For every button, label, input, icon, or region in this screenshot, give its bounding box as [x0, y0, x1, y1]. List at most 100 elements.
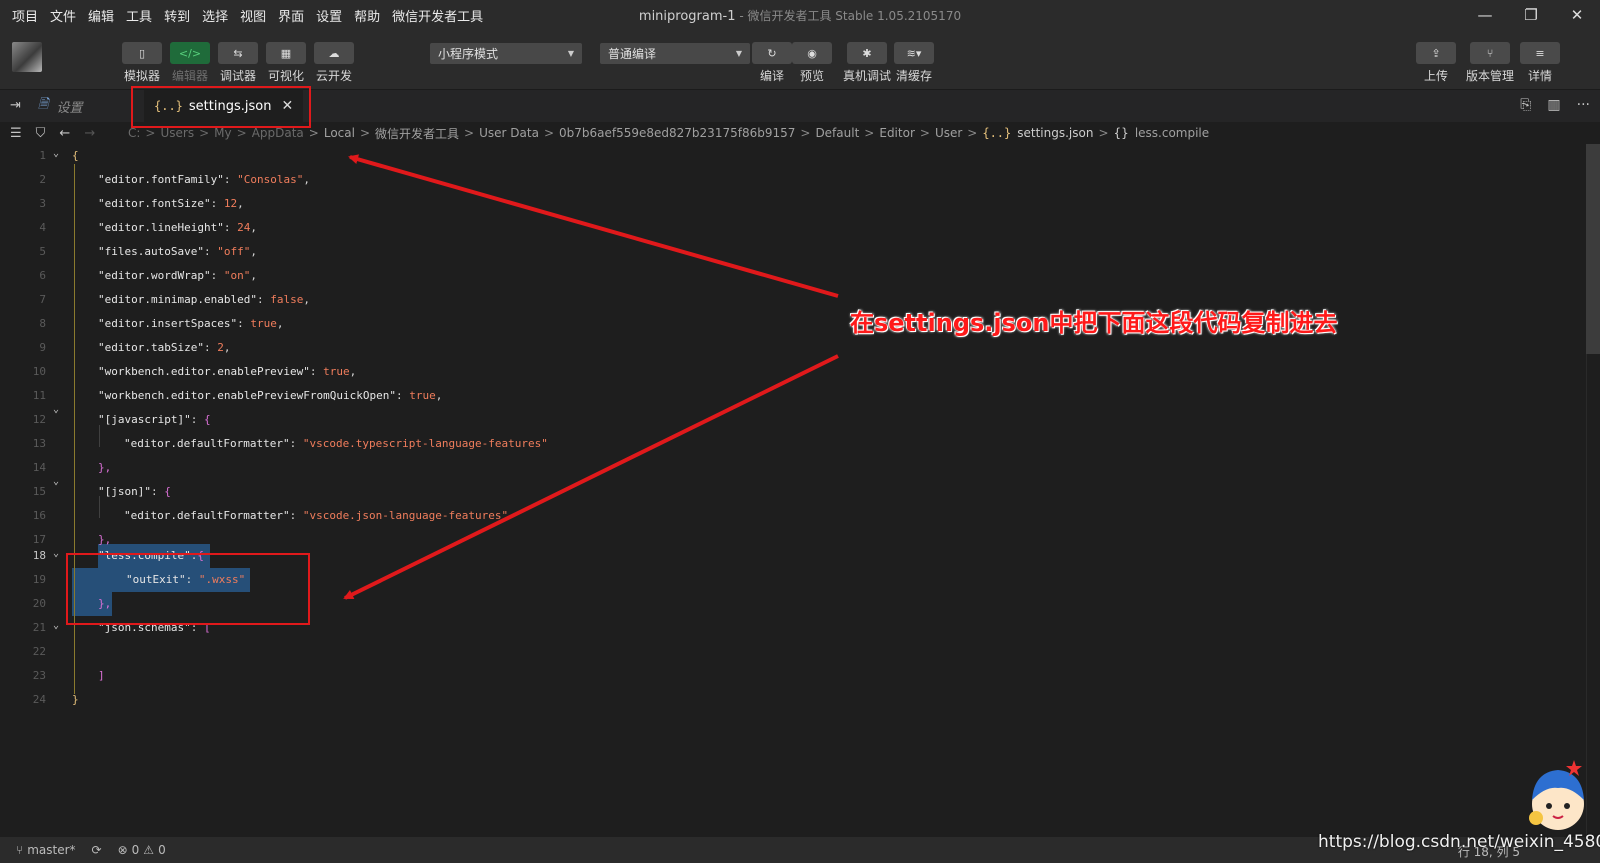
crumb-file[interactable]: settings.json [1017, 126, 1093, 140]
highlight-box-code [66, 553, 310, 625]
menu-bar: 项目 文件 编辑 工具 转到 选择 视图 界面 设置 帮助 微信开发者工具 [0, 0, 1600, 30]
maximize-button[interactable]: ❐ [1508, 0, 1554, 30]
menu-settings[interactable]: 设置 [310, 6, 348, 25]
mascot-icon [1529, 760, 1584, 830]
line-number: 5 [39, 245, 46, 258]
crumb-userdata[interactable]: User Data [479, 126, 539, 140]
layers-icon: ≋▾ [894, 42, 934, 64]
tab-settings-label: 设置 [56, 100, 83, 116]
list-icon[interactable]: ☰ [10, 126, 22, 141]
cloud-label: 云开发 [315, 69, 352, 83]
crumb-symbol[interactable]: less.compile [1135, 126, 1209, 140]
line-number: 22 [32, 645, 46, 658]
annotation-text: 在settings.json中把下面这段代码复制进去 [850, 309, 1338, 337]
real-debug-button[interactable]: ✱ 真机调试 [843, 42, 891, 84]
sync-button[interactable]: ⟳ [92, 843, 102, 857]
crumb-hash[interactable]: 0b7b6aef559e8ed827b23175f86b9157 [559, 126, 795, 140]
mode-select-value: 小程序模式 [438, 47, 499, 61]
crumb-local[interactable]: Local [324, 126, 355, 140]
problems-indicator[interactable]: ⊗ 0 ⚠ 0 [118, 843, 166, 857]
simulator-button[interactable]: ▯ 模拟器 [122, 42, 162, 84]
close-window-button[interactable]: ✕ [1554, 0, 1600, 30]
error-icon: ⊗ [117, 843, 128, 857]
visual-button[interactable]: ▦ 可视化 [266, 42, 306, 84]
layout-icon: ▦ [266, 42, 306, 64]
compile-select-value: 普通编译 [608, 47, 657, 61]
code-line: "[javascript]": { [98, 413, 211, 426]
menu-help[interactable]: 帮助 [348, 6, 386, 25]
compile-select[interactable]: 普通编译 ▼ [600, 43, 750, 64]
version-label: 版本管理 [1466, 69, 1515, 83]
crumb-devtools[interactable]: 微信开发者工具 [375, 125, 459, 142]
debugger-button[interactable]: ⇆ 调试器 [218, 42, 258, 84]
menu-interface[interactable]: 界面 [272, 6, 310, 25]
caret-down-icon: ▼ [567, 49, 574, 58]
menu-icon: ≡ [1520, 42, 1560, 64]
menu-file[interactable]: 文件 [44, 6, 82, 25]
crumb-my[interactable]: My [214, 126, 231, 140]
compile-button[interactable]: ↻ 编译 [752, 42, 792, 84]
details-button[interactable]: ≡ 详情 [1520, 42, 1560, 84]
mode-select[interactable]: 小程序模式 ▼ [430, 43, 582, 64]
code-line: "editor.fontSize": 12, [98, 197, 244, 210]
crumb-drive[interactable]: C: [128, 126, 140, 140]
crumb-user[interactable]: User [935, 126, 962, 140]
debug-icon: ⇆ [218, 42, 258, 64]
split-editor-icon[interactable]: ▥ [1547, 97, 1560, 113]
crumb-editor[interactable]: Editor [879, 126, 915, 140]
phone-icon: ▯ [122, 42, 162, 64]
crumb-users[interactable]: Users [160, 126, 194, 140]
json-icon: {..} [982, 126, 1012, 140]
cloud-button[interactable]: ☁ 云开发 [314, 42, 354, 84]
menu-wechat-devtools[interactable]: 微信开发者工具 [386, 6, 489, 25]
line-number: 2 [39, 173, 46, 186]
forward-icon[interactable]: → [84, 126, 95, 141]
code-line: } [72, 693, 79, 706]
chevron-down-icon[interactable]: ⌄ [53, 144, 59, 168]
symbol-icon: {} [1113, 126, 1129, 140]
menu-tools[interactable]: 工具 [120, 6, 158, 25]
scrollbar-thumb[interactable] [1586, 144, 1600, 354]
menu-goto[interactable]: 转到 [158, 6, 196, 25]
code-line: "workbench.editor.enablePreview": true, [98, 365, 357, 378]
line-number: 13 [32, 437, 46, 450]
code-line: "editor.minimap.enabled": false, [98, 293, 310, 306]
simulator-label: 模拟器 [123, 69, 160, 83]
collapse-icon[interactable]: ⇥ [10, 98, 21, 113]
code-editor[interactable]: 1 2 3 4 5 6 7 8 9 10 11 12 13 14 15 16 1… [0, 144, 1600, 837]
code-line: "editor.defaultFormatter": "vscode.json-… [124, 509, 509, 522]
bookmark-icon[interactable]: ⛉ [36, 126, 46, 141]
menu-project[interactable]: 项目 [0, 6, 44, 25]
code-line: "editor.wordWrap": "on", [98, 269, 257, 282]
code-icon: </> [170, 42, 210, 64]
chevron-down-icon[interactable]: ⌄ [53, 616, 59, 640]
preview-button[interactable]: ◉ 预览 [792, 42, 832, 84]
git-branch[interactable]: ⑂ master* [16, 843, 76, 857]
chevron-down-icon[interactable]: ⌄ [53, 400, 59, 424]
back-icon[interactable]: ← [59, 126, 70, 141]
crumb-appdata[interactable]: AppData [252, 126, 304, 140]
open-file-icon[interactable]: ⎘ [1520, 97, 1531, 113]
line-number: 10 [32, 365, 46, 378]
chevron-down-icon[interactable]: ⌄ [53, 472, 59, 496]
code-line: ] [98, 669, 105, 682]
menu-select[interactable]: 选择 [196, 6, 234, 25]
details-label: 详情 [1527, 69, 1552, 83]
chevron-down-icon[interactable]: ⌄ [53, 544, 59, 568]
code-line: "files.autoSave": "off", [98, 245, 257, 258]
crumb-default[interactable]: Default [815, 126, 859, 140]
line-number: 11 [32, 389, 46, 402]
tab-settings[interactable]: 🗎 设置 [38, 90, 82, 122]
line-number: 6 [39, 269, 46, 282]
code-line: }, [98, 461, 112, 474]
upload-button[interactable]: ⇪ 上传 [1416, 42, 1456, 84]
menu-view[interactable]: 视图 [234, 6, 272, 25]
avatar[interactable] [12, 42, 42, 72]
clear-cache-button[interactable]: ≋▾ 清缓存 [894, 42, 934, 84]
menu-edit[interactable]: 编辑 [82, 6, 120, 25]
version-button[interactable]: ⑂ 版本管理 [1466, 42, 1514, 84]
editor-button[interactable]: </> 编辑器 [170, 42, 210, 84]
more-icon[interactable]: ··· [1577, 97, 1590, 113]
vertical-scrollbar[interactable] [1586, 144, 1600, 837]
minimize-button[interactable]: — [1462, 0, 1508, 30]
